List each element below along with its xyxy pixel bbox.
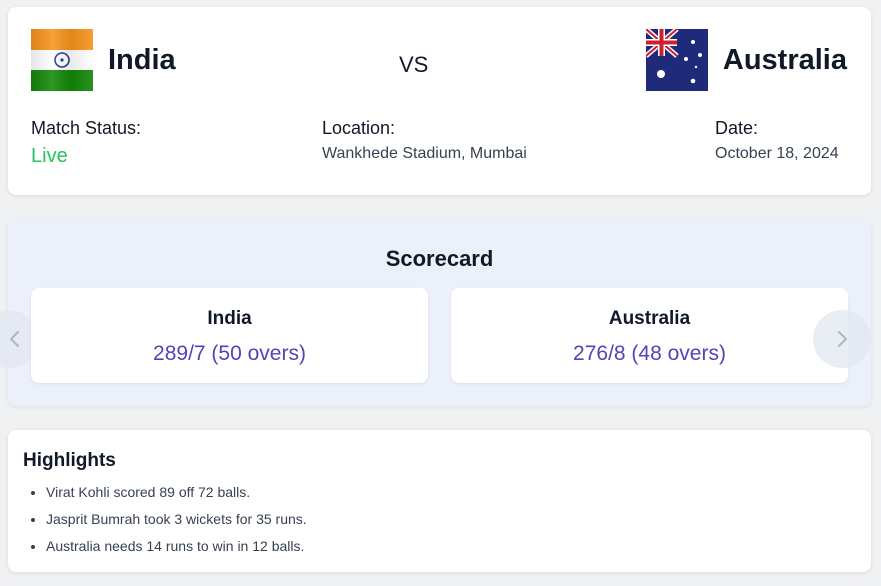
team2-name: Australia [722, 43, 847, 76]
team1-score-name: India [207, 308, 252, 329]
match-info-card: India VS Australia Match Status: Live Lo… [8, 7, 871, 195]
highlight-item: Jasprit Bumrah took 3 wickets for 35 run… [46, 510, 307, 537]
match-location: Location: Wankhede Stadium, Mumbai [322, 118, 527, 163]
india-flag-icon [31, 29, 93, 91]
date-label: Date: [715, 118, 759, 138]
team2-score-name: Australia [608, 308, 691, 329]
highlight-item: Virat Kohli scored 89 off 72 balls. [46, 483, 307, 510]
match-date: Date: October 18, 2024 [715, 118, 839, 163]
scorecard-panel: Scorecard India 289/7 (50 overs) Austral… [0, 219, 871, 406]
highlights-title: Highlights [23, 450, 116, 471]
highlights-list: Virat Kohli scored 89 off 72 balls. Jasp… [46, 483, 307, 564]
location-value: Wankhede Stadium, Mumbai [322, 145, 527, 162]
team1-header: India [31, 29, 176, 91]
match-status: Match Status: Live [31, 118, 141, 168]
chevron-right-icon [838, 331, 847, 347]
highlights-card: Highlights Virat Kohli scored 89 off 72 … [8, 430, 871, 572]
team1-name: India [108, 43, 176, 76]
date-value: October 18, 2024 [715, 145, 839, 162]
scorecard-title: Scorecard [385, 246, 494, 271]
team2-score-value: 276/8 (48 overs) [573, 342, 726, 365]
match-status-value: Live [31, 145, 68, 167]
versus-label: VS [399, 52, 429, 77]
team2-score-card: Australia 276/8 (48 overs) [451, 288, 848, 383]
match-status-label: Match Status: [31, 118, 142, 138]
team2-header: Australia [645, 29, 847, 91]
team1-score-value: 289/7 (50 overs) [153, 342, 306, 365]
carousel-next-button[interactable] [813, 310, 871, 368]
location-label: Location: [322, 118, 396, 138]
australia-flag-icon [645, 29, 708, 91]
highlight-item: Australia needs 14 runs to win in 12 bal… [46, 537, 307, 564]
team1-score-card: India 289/7 (50 overs) [31, 288, 428, 383]
